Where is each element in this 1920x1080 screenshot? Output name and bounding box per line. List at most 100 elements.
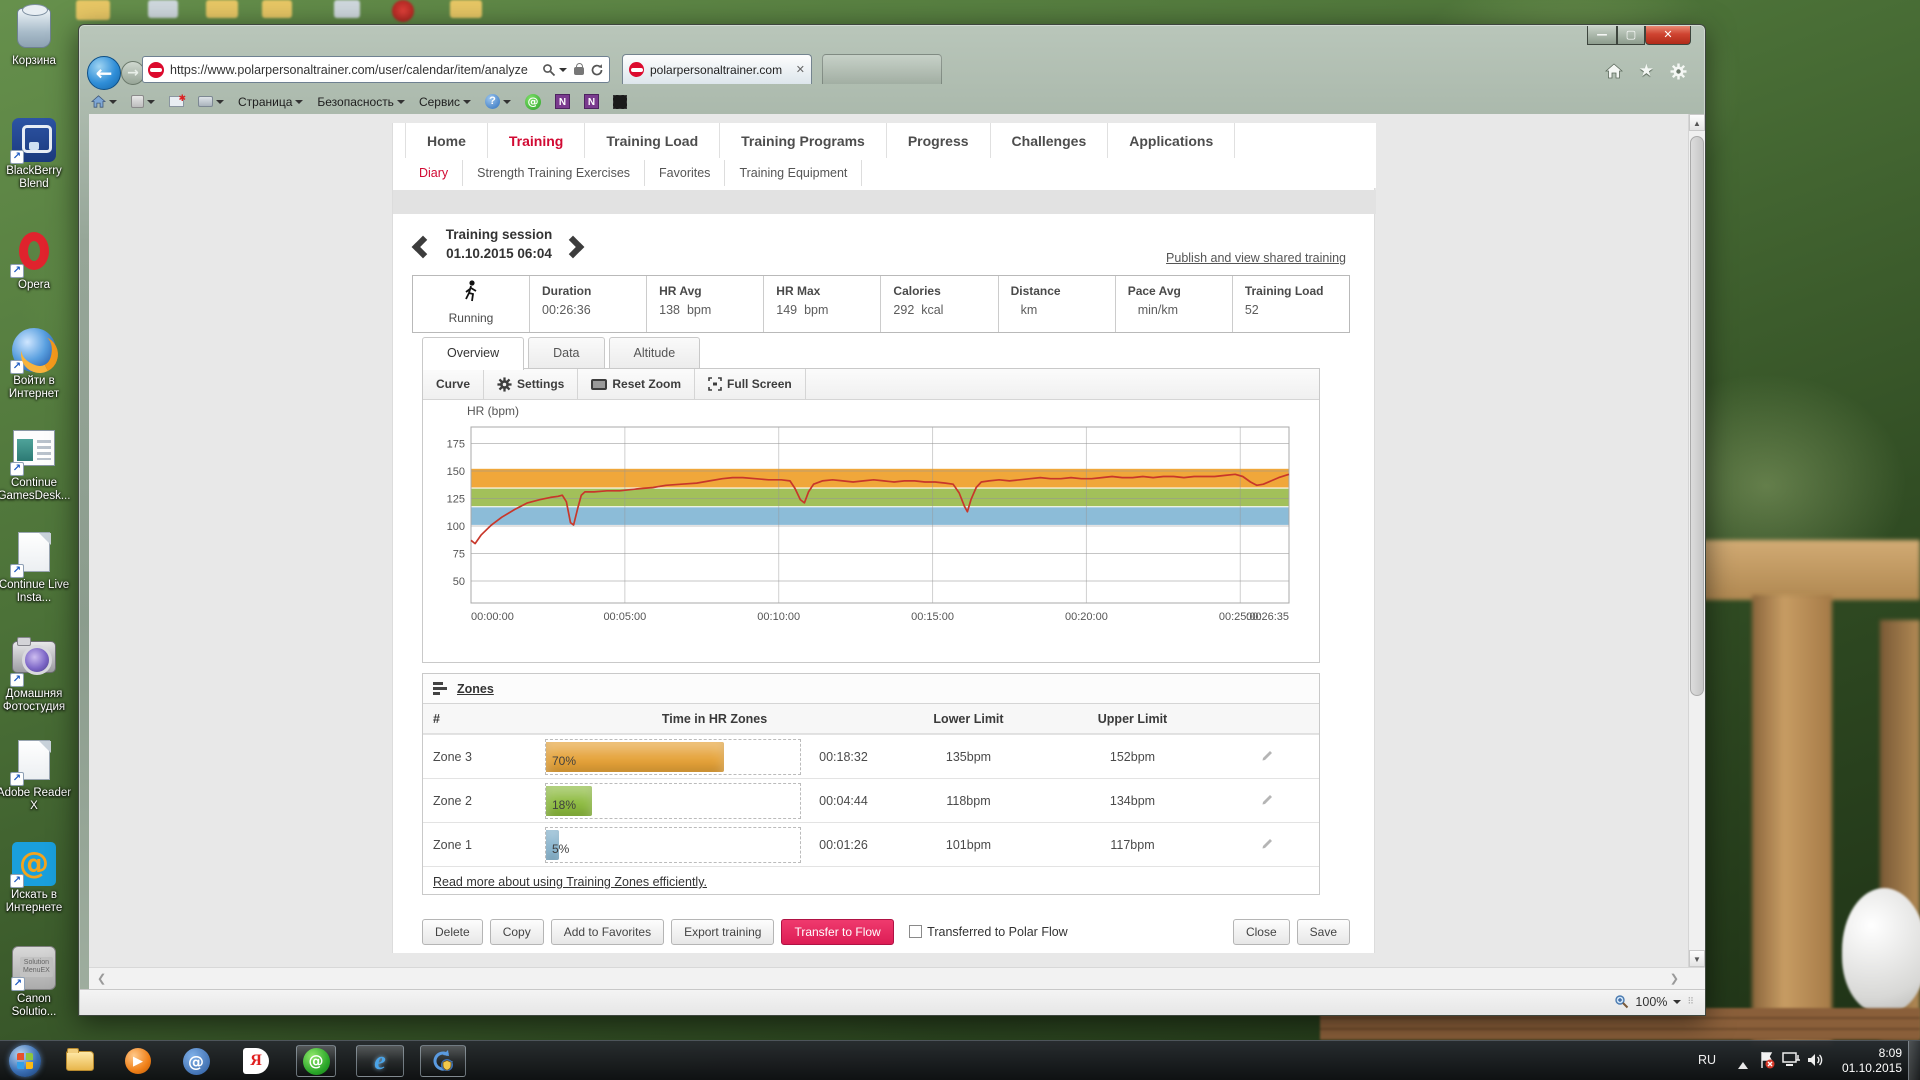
minimize-button[interactable]: — bbox=[1587, 26, 1617, 45]
copy-button[interactable]: Copy bbox=[489, 919, 544, 945]
delete-button[interactable]: Delete bbox=[422, 919, 483, 945]
tab-altitude[interactable]: Altitude bbox=[608, 337, 701, 368]
reset-zoom-button[interactable]: Reset Zoom bbox=[578, 369, 696, 399]
settings-button[interactable]: Settings bbox=[484, 369, 579, 399]
export-training-button[interactable]: Export training bbox=[671, 919, 775, 945]
nav-tab-home[interactable]: Home bbox=[405, 123, 488, 158]
next-session-button[interactable] bbox=[561, 233, 585, 261]
taskbar-yandex[interactable]: Я bbox=[236, 1045, 276, 1077]
zone-bar-track: 70% bbox=[545, 738, 801, 775]
feeds-button[interactable] bbox=[131, 95, 155, 108]
taskbar-media-player[interactable]: ▶ bbox=[118, 1045, 158, 1077]
zones-link[interactable]: Zones bbox=[457, 682, 494, 696]
zones-read-more-link[interactable]: Read more about using Training Zones eff… bbox=[433, 875, 707, 889]
search-dropdown-caret-icon[interactable] bbox=[559, 67, 567, 76]
transferred-label: Transferred to Polar Flow bbox=[927, 925, 1068, 939]
help-button[interactable]: ? bbox=[485, 94, 512, 109]
desktop-icon-gamesdesk[interactable]: ↗ Continue GamesDesk... bbox=[0, 426, 74, 503]
service-menu[interactable]: Сервис bbox=[419, 95, 472, 109]
publish-link[interactable]: Publish and view shared training bbox=[1166, 251, 1346, 265]
tab-data[interactable]: Data bbox=[528, 337, 605, 368]
save-button[interactable]: Save bbox=[1296, 919, 1350, 945]
resize-grip-icon[interactable]: ⠿ bbox=[1687, 996, 1695, 1007]
taskbar-mailru[interactable]: @ bbox=[176, 1045, 216, 1077]
security-menu[interactable]: Безопасность bbox=[317, 95, 405, 109]
search-icon[interactable] bbox=[542, 63, 556, 77]
vertical-scrollbar[interactable]: ▲ ▼ bbox=[1688, 114, 1705, 967]
close-window-button[interactable]: ✕ bbox=[1645, 26, 1691, 45]
url-text[interactable]: https://www.polarpersonaltrainer.com/use… bbox=[170, 63, 542, 77]
taskbar-mailru-agent[interactable]: @ bbox=[296, 1045, 336, 1077]
desktop-icon-live-install[interactable]: ↗ Continue Live Insta... bbox=[0, 530, 74, 605]
edit-zone-button[interactable] bbox=[1214, 747, 1319, 766]
zoom-caret-icon[interactable] bbox=[1673, 999, 1682, 1008]
subnav-equipment[interactable]: Training Equipment bbox=[725, 160, 863, 186]
tray-expand-arrow-icon[interactable] bbox=[1738, 1057, 1748, 1069]
nav-tab-training-programs[interactable]: Training Programs bbox=[720, 123, 887, 158]
back-button[interactable]: ← bbox=[87, 56, 123, 92]
subnav-favorites[interactable]: Favorites bbox=[645, 160, 726, 186]
home-icon[interactable] bbox=[1604, 63, 1623, 79]
nav-tab-challenges[interactable]: Challenges bbox=[991, 123, 1109, 158]
refresh-icon[interactable] bbox=[590, 63, 604, 77]
desktop-icon-blackberry-blend[interactable]: ↗ BlackBerry Blend bbox=[0, 118, 74, 191]
desktop-icon-recycle-bin[interactable]: Корзина bbox=[0, 6, 74, 68]
add-to-favorites-button[interactable]: Add to Favorites bbox=[550, 919, 665, 945]
edit-zone-button[interactable] bbox=[1214, 791, 1319, 810]
start-button[interactable] bbox=[6, 1043, 44, 1079]
horizontal-scrollbar[interactable]: ❮ ❯ bbox=[89, 967, 1705, 989]
nav-tab-progress[interactable]: Progress bbox=[887, 123, 991, 158]
close-button[interactable]: Close bbox=[1232, 919, 1290, 945]
tab-close-icon[interactable]: ✕ bbox=[796, 63, 805, 76]
nav-tab-training-load[interactable]: Training Load bbox=[585, 123, 721, 158]
folder-icon bbox=[66, 1048, 94, 1071]
snip-addon-button[interactable] bbox=[613, 94, 628, 109]
scroll-down-arrow-icon[interactable]: ▼ bbox=[1689, 950, 1705, 967]
agent-addon-button[interactable]: @ bbox=[525, 93, 542, 110]
onenote-addon-button[interactable]: N bbox=[555, 94, 571, 109]
scroll-up-arrow-icon[interactable]: ▲ bbox=[1689, 114, 1705, 131]
nav-tab-training[interactable]: Training bbox=[488, 123, 586, 158]
action-center-flag-icon[interactable] bbox=[1758, 1051, 1776, 1069]
hr-line-chart[interactable]: 175 150 125 100 75 50 00:00:00 00:05:00 00:10:00… bbox=[431, 403, 1311, 643]
home-menu-button[interactable] bbox=[91, 95, 117, 108]
full-screen-button[interactable]: Full Screen bbox=[695, 369, 806, 399]
new-tab-area[interactable] bbox=[822, 54, 942, 84]
read-mail-button[interactable]: ✱ bbox=[169, 93, 186, 107]
taskbar-internet-explorer[interactable]: e bbox=[356, 1045, 404, 1077]
clock[interactable]: 8:09 01.10.2015 bbox=[1836, 1046, 1902, 1076]
onenote-addon-button[interactable]: N bbox=[584, 94, 600, 109]
volume-icon[interactable] bbox=[1806, 1051, 1824, 1069]
settings-gear-icon[interactable] bbox=[1670, 63, 1687, 80]
print-button[interactable] bbox=[198, 96, 224, 108]
edit-zone-button[interactable] bbox=[1214, 835, 1319, 854]
browser-tab[interactable]: polarpersonaltrainer.com ✕ bbox=[622, 54, 812, 84]
tab-overview[interactable]: Overview bbox=[422, 337, 525, 370]
desktop-icon-adobe-reader[interactable]: ↗ Adobe Reader X bbox=[0, 738, 74, 813]
curve-button[interactable]: Curve bbox=[423, 369, 485, 399]
page-menu[interactable]: Страница bbox=[238, 95, 304, 109]
network-icon[interactable] bbox=[1782, 1051, 1802, 1069]
maximize-button[interactable]: ▢ bbox=[1617, 26, 1645, 45]
favorites-star-icon[interactable]: ★ bbox=[1639, 61, 1654, 81]
scroll-left-arrow-icon[interactable]: ❮ bbox=[97, 972, 106, 985]
nav-tab-applications[interactable]: Applications bbox=[1108, 123, 1236, 158]
zoom-control[interactable]: 100% ⠿ bbox=[1614, 994, 1695, 1009]
scrollbar-thumb[interactable] bbox=[1690, 136, 1704, 696]
desktop-icon-search-internet[interactable]: @ ↗ Искать в Интернете bbox=[0, 842, 74, 915]
transferred-checkbox[interactable] bbox=[909, 925, 923, 938]
subnav-diary[interactable]: Diary bbox=[405, 160, 464, 186]
scroll-right-arrow-icon[interactable]: ❯ bbox=[1670, 972, 1679, 985]
prev-session-button[interactable] bbox=[411, 233, 435, 261]
desktop-icon-opera[interactable]: ↗ Opera bbox=[0, 230, 74, 292]
desktop-icon-canon-solution[interactable]: ↗ Canon Solutio... bbox=[0, 946, 74, 1019]
desktop-icon-photo-studio[interactable]: ↗ Домашняя Фотостудия bbox=[0, 634, 74, 714]
subnav-strength[interactable]: Strength Training Exercises bbox=[463, 160, 646, 186]
desktop-icon-internet[interactable]: ↗ Войти в Интернет bbox=[0, 328, 74, 401]
taskbar-updater[interactable] bbox=[420, 1045, 466, 1077]
address-bar[interactable]: https://www.polarpersonaltrainer.com/use… bbox=[142, 56, 610, 83]
language-indicator[interactable]: RU bbox=[1698, 1053, 1716, 1067]
show-desktop-button[interactable] bbox=[1908, 1041, 1920, 1080]
taskbar-explorer[interactable] bbox=[60, 1045, 100, 1077]
transfer-to-flow-button[interactable]: Transfer to Flow bbox=[781, 919, 894, 945]
